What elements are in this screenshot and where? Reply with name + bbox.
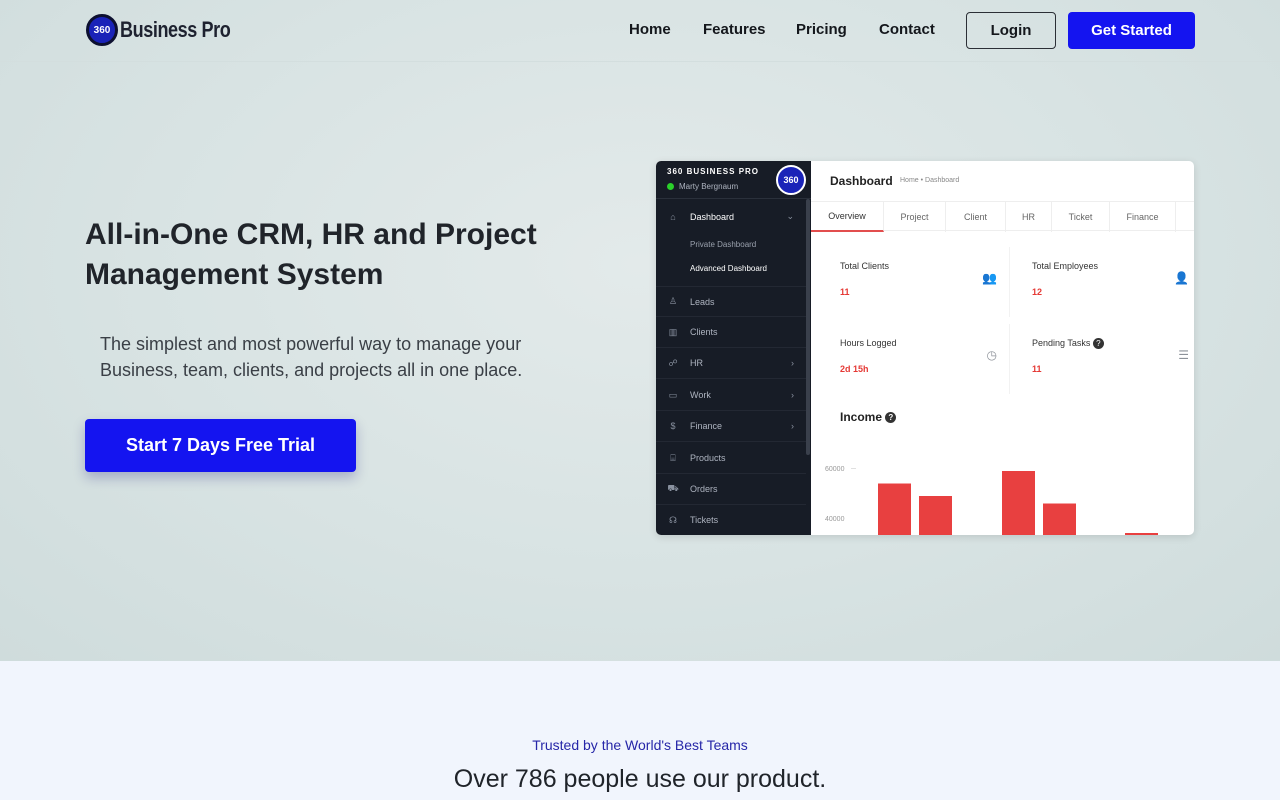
hero-subtitle: The simplest and most powerful way to ma… [100, 334, 523, 380]
stat-card-title: Total Employees [1032, 261, 1099, 271]
stat-card-value: 11 [1032, 364, 1042, 374]
chevron-down-icon: ⌄ [786, 211, 794, 221]
hero-section: 360 Business Pro Home Features Pricing C… [0, 0, 1280, 661]
online-status-icon [667, 183, 674, 190]
get-started-button[interactable]: Get Started [1068, 12, 1195, 49]
tab-project[interactable]: Project [884, 202, 946, 232]
sidebar-user: Marty Bergnaum [667, 182, 738, 191]
user-icon: 👤 [1174, 271, 1189, 285]
sidebar-item-label: Clients [690, 327, 718, 337]
users-count-heading: Over 786 people use our product. [453, 765, 827, 793]
sidebar-item-label: Orders [690, 484, 718, 494]
income-bars [878, 471, 1158, 535]
navbar: 360 Business Pro Home Features Pricing C… [0, 0, 1280, 62]
y-tick-label: 40000 [825, 516, 845, 523]
login-button[interactable]: Login [966, 12, 1056, 49]
sidebar-item-label: Work [690, 390, 711, 400]
sidebar-item-products[interactable]: ⌸ Products [656, 443, 806, 474]
stat-card-title: Hours Logged [840, 338, 897, 348]
nav-contact[interactable]: Contact [879, 21, 935, 38]
sidebar-scrollbar[interactable] [806, 199, 810, 455]
sidebar-logo-badge-icon: 360 [776, 165, 806, 195]
sidebar-item-tickets[interactable]: ☊ Tickets [656, 505, 806, 535]
sidebar-item-label: Finance [690, 421, 723, 431]
tab-overview[interactable]: Overview [811, 202, 884, 232]
clock-icon: ◷ [986, 348, 997, 362]
income-bar [1125, 533, 1158, 535]
income-bar [1043, 503, 1076, 535]
sidebar-item-orders[interactable]: ⛟ Orders [656, 474, 806, 505]
income-title-text: Income [840, 410, 883, 424]
dashboard-tabs: Overview Project Client HR Ticket Financ… [811, 201, 1194, 232]
logo-badge-icon: 360 [86, 14, 118, 46]
sidebar-item-label: Dashboard [690, 211, 735, 222]
sidebar-brand: 360 BUSINESS PRO [667, 167, 760, 176]
user-icon: ♙ [668, 296, 678, 306]
home-icon: ⌂ [670, 211, 676, 222]
stat-card-title: Pending Tasks ? [1032, 338, 1104, 350]
stat-card-title: Total Clients [840, 261, 890, 271]
sidebar-item-leads[interactable]: ♙ Leads [656, 286, 806, 317]
chevron-right-icon: › [791, 358, 794, 368]
tasks-icon: ☰ [1178, 348, 1189, 362]
sidebar-item-label: HR [690, 358, 703, 368]
building-icon: ▥ [668, 326, 678, 337]
sidebar-user-name: Marty Bergnaum [679, 182, 739, 191]
chevron-right-icon: › [791, 421, 794, 431]
sidebar-item-label: Products [690, 453, 726, 463]
sidebar-item-dashboard[interactable]: ⌂ Dashboard ⌄ [656, 201, 806, 232]
stat-card-value: 11 [840, 287, 850, 297]
brand-logo[interactable]: 360 Business Pro [86, 14, 255, 46]
brand-name: Business Pro [120, 17, 231, 42]
help-icon[interactable]: ? [885, 412, 897, 424]
tab-client[interactable]: Client [946, 202, 1006, 232]
tab-hr[interactable]: HR [1006, 202, 1052, 232]
hero-title: All-in-One CRM, HR and Project Managemen… [85, 218, 537, 291]
stat-card-value: 2d 15h [840, 364, 869, 374]
breadcrumb[interactable]: Home • Dashboard [900, 177, 959, 184]
nav-pricing[interactable]: Pricing [796, 21, 847, 38]
users-icon: ☍ [668, 357, 678, 368]
headset-icon: ☊ [669, 514, 677, 525]
sidebar-item-hr[interactable]: ☍ HR › [656, 348, 806, 379]
sidebar-item-label: Tickets [690, 515, 719, 525]
dashboard-preview: 360 BUSINESS PRO Marty Bergnaum 360 ⌂ Da… [656, 161, 1194, 535]
y-tick-label: 60000 [825, 466, 845, 473]
dollar-icon: $ [670, 421, 676, 431]
dashboard-sidebar: 360 BUSINESS PRO Marty Bergnaum 360 ⌂ Da… [656, 161, 811, 535]
users-icon: 👥 [982, 271, 997, 285]
nav-features[interactable]: Features [703, 21, 766, 38]
stat-card-value: 12 [1032, 287, 1043, 297]
tab-ticket[interactable]: Ticket [1052, 202, 1110, 232]
sidebar-subitem-private-dashboard[interactable]: Private Dashboard [690, 240, 756, 249]
sidebar-item-label: Leads [690, 296, 715, 307]
tab-finance[interactable]: Finance [1110, 202, 1176, 232]
income-bar [878, 483, 911, 535]
nav-home[interactable]: Home [629, 21, 671, 38]
stat-card-total-clients[interactable]: Total Clients 11 👥 [830, 247, 1010, 317]
stat-card-total-employees[interactable]: Total Employees 12 👤 [1022, 247, 1194, 317]
briefcase-icon: ▭ [668, 389, 678, 400]
sidebar-subitem-advanced-dashboard[interactable]: Advanced Dashboard [690, 264, 767, 273]
stat-card-hours-logged[interactable]: Hours Logged 2d 15h ◷ [830, 324, 1010, 394]
sidebar-divider [656, 198, 811, 199]
basket-icon: ⌸ [670, 452, 676, 463]
income-bar [919, 496, 952, 535]
sidebar-item-clients[interactable]: ▥ Clients [656, 317, 806, 348]
chevron-right-icon: › [791, 390, 794, 400]
stat-card-title-text: Pending Tasks [1032, 338, 1091, 348]
help-icon[interactable]: ? [1092, 338, 1104, 350]
income-bar [1002, 471, 1035, 535]
sidebar-item-work[interactable]: ▭ Work › [656, 380, 806, 411]
income-bar-chart: 60000 40000 [825, 466, 1158, 535]
trusted-tagline: Trusted by the World's Best Teams [532, 737, 748, 753]
cart-icon: ⛟ [667, 483, 679, 493]
dashboard-title: Dashboard [830, 174, 893, 188]
sidebar-item-finance[interactable]: $ Finance › [656, 411, 806, 442]
income-title: Income ? [840, 410, 897, 424]
free-trial-button[interactable]: Start 7 Days Free Trial [85, 419, 356, 472]
stat-card-pending-tasks[interactable]: Pending Tasks ? 11 ☰ [1022, 324, 1194, 394]
